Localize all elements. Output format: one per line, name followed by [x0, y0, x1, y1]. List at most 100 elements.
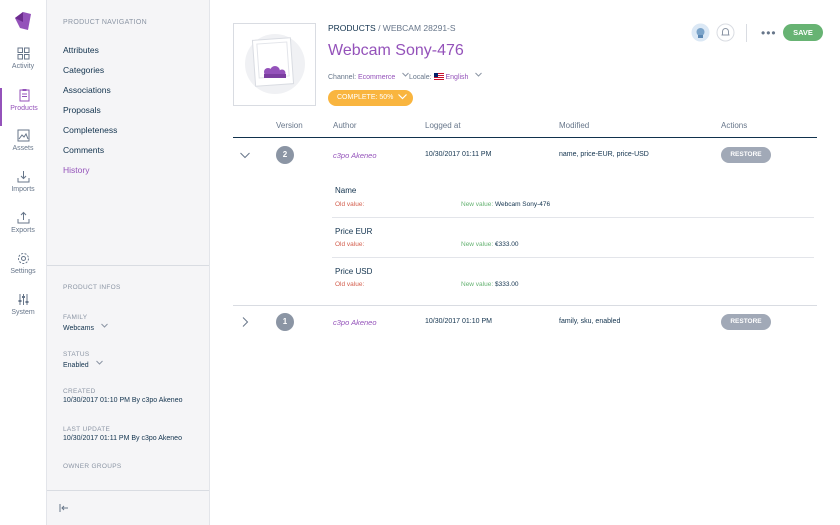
modified-cell: family, sku, enabled [559, 318, 621, 325]
menu-label-imports: Imports [11, 186, 35, 193]
product-thumbnail[interactable] [233, 23, 316, 106]
menu-item-activity[interactable]: Activity [0, 47, 46, 85]
nav-link-attributes[interactable]: Attributes [63, 45, 99, 55]
column-header-modified: Modified [559, 121, 590, 130]
nav-footer-divider [47, 490, 209, 491]
menu-item-imports[interactable]: Imports [0, 170, 46, 208]
collapse-panel-icon[interactable] [59, 503, 69, 513]
nav-link-proposals[interactable]: Proposals [63, 105, 101, 115]
author-link[interactable]: c3po Akeneo [333, 151, 377, 160]
nav-link-categories[interactable]: Categories [63, 65, 104, 75]
completeness-dropdown[interactable]: COMPLETE: 50% [328, 90, 413, 106]
notification-bell-icon[interactable] [716, 23, 735, 42]
channel-label: Channel: [328, 74, 357, 81]
logged-at-cell: 10/30/2017 01:11 PM [425, 151, 492, 158]
row-divider [233, 305, 817, 306]
column-header-actions: Actions [721, 121, 748, 130]
chevron-down-icon [398, 94, 408, 100]
status-value: Enabled [63, 362, 89, 369]
version-badge: 1 [276, 313, 294, 331]
family-value: Webcams [63, 325, 94, 332]
exports-icon [17, 211, 29, 224]
created-label: Created [63, 388, 96, 395]
modified-cell: name, price-EUR, price-USD [559, 151, 649, 158]
old-value-label: Old value: [335, 201, 365, 208]
product-navigation-panel: Product navigation Attributes Categories… [47, 0, 210, 525]
menu-label-products: Products [10, 105, 38, 112]
nav-link-comments[interactable]: Comments [63, 145, 104, 155]
change-field-name: Name [335, 186, 357, 195]
table-header-divider [233, 137, 817, 138]
family-dropdown[interactable]: Webcams [63, 323, 108, 332]
breadcrumb-separator: / [375, 23, 383, 33]
breadcrumb-products[interactable]: PRODUCTS [328, 23, 376, 33]
channel-value: Ecommerce [357, 74, 396, 81]
system-icon [18, 294, 28, 305]
menu-item-settings[interactable]: Settings [0, 252, 46, 290]
family-label: Family [63, 314, 88, 321]
completeness-label: COMPLETE: 50% [337, 94, 394, 101]
settings-icon [17, 253, 29, 264]
activity-icon [17, 47, 29, 60]
change-divider [332, 257, 814, 258]
products-icon [19, 89, 29, 102]
nav-link-completeness[interactable]: Completeness [63, 125, 117, 135]
user-avatar-icon[interactable] [691, 23, 710, 42]
page-title: Webcam Sony-476 [328, 42, 464, 59]
menu-label-assets: Assets [12, 145, 34, 152]
product-navigation-title: Product navigation [63, 19, 147, 26]
new-value: New value: €333.00 [461, 241, 518, 248]
akeneo-logo[interactable] [12, 10, 34, 32]
restore-button[interactable]: RESTORE [721, 147, 771, 163]
last-update-value: 10/30/2017 01:11 PM By c3po Akeneo [63, 435, 182, 442]
save-button[interactable]: SAVE [783, 24, 823, 41]
menu-item-system[interactable]: System [0, 293, 46, 331]
locale-value: English [445, 74, 469, 81]
new-value-label: New value: [461, 281, 494, 288]
product-infos-title: Product infos [63, 284, 121, 291]
menu-label-settings: Settings [10, 268, 36, 275]
main-menu: Activity Products Assets Imports Exports… [0, 0, 47, 525]
menu-item-products[interactable]: Products [0, 88, 46, 126]
locale-switcher[interactable]: Locale: English [409, 72, 483, 81]
status-dropdown[interactable]: Enabled [63, 360, 103, 369]
locale-label: Locale: [409, 74, 432, 81]
old-value-label: Old value: [335, 281, 365, 288]
chevron-down-icon [475, 72, 483, 77]
new-value: New value: $333.00 [461, 281, 518, 288]
more-actions-icon[interactable]: ••• [761, 26, 777, 40]
breadcrumb-sku: WEBCAM 28291-S [382, 23, 456, 33]
product-image-placeholder-icon [245, 34, 305, 94]
owner-groups-label: Owner groups [63, 463, 122, 470]
change-field-price-eur: Price EUR [335, 227, 373, 236]
new-value-text: $333.00 [494, 281, 519, 288]
app: Activity Products Assets Imports Exports… [0, 0, 840, 525]
version-badge: 2 [276, 146, 294, 164]
column-header-author: Author [333, 121, 357, 130]
assets-icon [17, 129, 29, 142]
new-value: New value: Webcam Sony-476 [461, 201, 550, 208]
imports-icon [17, 171, 29, 183]
menu-item-assets[interactable]: Assets [0, 129, 46, 167]
nav-divider [47, 265, 209, 266]
old-value-label: Old value: [335, 241, 365, 248]
author-link[interactable]: c3po Akeneo [333, 318, 377, 327]
last-update-label: Last update [63, 426, 111, 433]
restore-button[interactable]: RESTORE [721, 314, 771, 330]
change-field-price-usd: Price USD [335, 267, 373, 276]
channel-switcher[interactable]: Channel: Ecommerce [328, 72, 410, 81]
nav-link-associations[interactable]: Associations [63, 85, 111, 95]
header-divider [746, 24, 747, 42]
status-label: Status [63, 351, 90, 358]
menu-label-activity: Activity [11, 63, 35, 70]
menu-item-exports[interactable]: Exports [0, 211, 46, 249]
main-content: PRODUCTS / WEBCAM 28291-S Webcam Sony-47… [210, 0, 840, 525]
column-header-logged-at: Logged at [425, 121, 461, 130]
nav-link-history[interactable]: History [63, 165, 89, 175]
menu-label-system: System [11, 309, 35, 316]
new-value-text: Webcam Sony-476 [494, 201, 551, 208]
chevron-down-icon[interactable] [240, 150, 250, 160]
breadcrumb: PRODUCTS / WEBCAM 28291-S [328, 23, 456, 33]
chevron-right-icon[interactable] [240, 317, 250, 327]
change-divider [332, 217, 814, 218]
